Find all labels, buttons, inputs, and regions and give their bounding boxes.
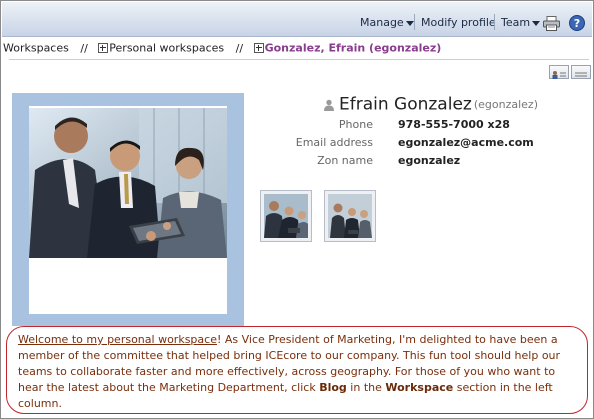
zon-name-label: Zon name (317, 154, 373, 167)
print-icon[interactable] (543, 16, 560, 31)
profile-photo-frame (12, 93, 244, 326)
profile-photo-card (29, 106, 227, 314)
breadcrumb-separator: // (235, 41, 244, 55)
thumbnail-image (264, 194, 308, 238)
breadcrumb-item-workspaces[interactable]: Workspaces (3, 42, 69, 55)
workspace-window: Manage Modify profile Team ? Workspaces … (0, 0, 594, 419)
profile-full-name: Efrain Gonzalez (339, 94, 472, 115)
chevron-down-icon (405, 20, 414, 26)
photo-thumbnail[interactable] (324, 190, 376, 242)
view-toggle (547, 65, 591, 84)
profile-username: (egonzalez) (473, 98, 538, 111)
person-icon (324, 99, 334, 111)
photo-thumbnail[interactable] (260, 190, 312, 242)
workspace-label: Workspace (385, 381, 454, 394)
email-value[interactable]: egonzalez@acme.com (398, 136, 534, 149)
modify-profile-link[interactable]: Modify profile (421, 16, 496, 29)
team-menu[interactable]: Team (501, 16, 541, 29)
phone-label: Phone (338, 118, 373, 131)
manage-label: Manage (360, 16, 404, 29)
breadcrumb-separator: // (80, 41, 88, 55)
toolbar: Manage Modify profile Team ? (2, 2, 592, 37)
toolbar-divider (414, 14, 415, 30)
expand-icon[interactable] (98, 43, 109, 53)
phone-value: 978-555-7000 x28 (398, 118, 510, 131)
view-icon[interactable] (571, 65, 591, 79)
view-icon[interactable] (549, 65, 569, 79)
welcome-link[interactable]: Welcome to my personal workspace (18, 333, 217, 346)
toolbar-divider (494, 14, 495, 30)
expand-icon[interactable] (253, 43, 264, 53)
breadcrumb-item-current: Gonzalez, Efrain (egonzalez) (264, 41, 442, 55)
manage-menu[interactable]: Manage (360, 16, 414, 29)
welcome-text: in the (346, 381, 386, 394)
thumbnail-image (328, 194, 372, 238)
team-label: Team (501, 16, 531, 29)
profile-name: Efrain Gonzalez (egonzalez) (323, 94, 538, 115)
header-divider (9, 59, 589, 60)
help-icon[interactable]: ? (569, 15, 585, 31)
blog-label: Blog (319, 381, 347, 394)
breadcrumb: Workspaces // Personal workspaces // Gon… (3, 41, 441, 55)
zon-name-value: egonzalez (398, 154, 461, 167)
profile-photo[interactable] (29, 108, 227, 258)
email-label: Email address (295, 136, 373, 149)
chevron-down-icon (532, 20, 541, 26)
welcome-message: Welcome to my personal workspace! As Vic… (18, 332, 583, 412)
breadcrumb-item-personal-workspaces[interactable]: Personal workspaces (109, 42, 224, 55)
